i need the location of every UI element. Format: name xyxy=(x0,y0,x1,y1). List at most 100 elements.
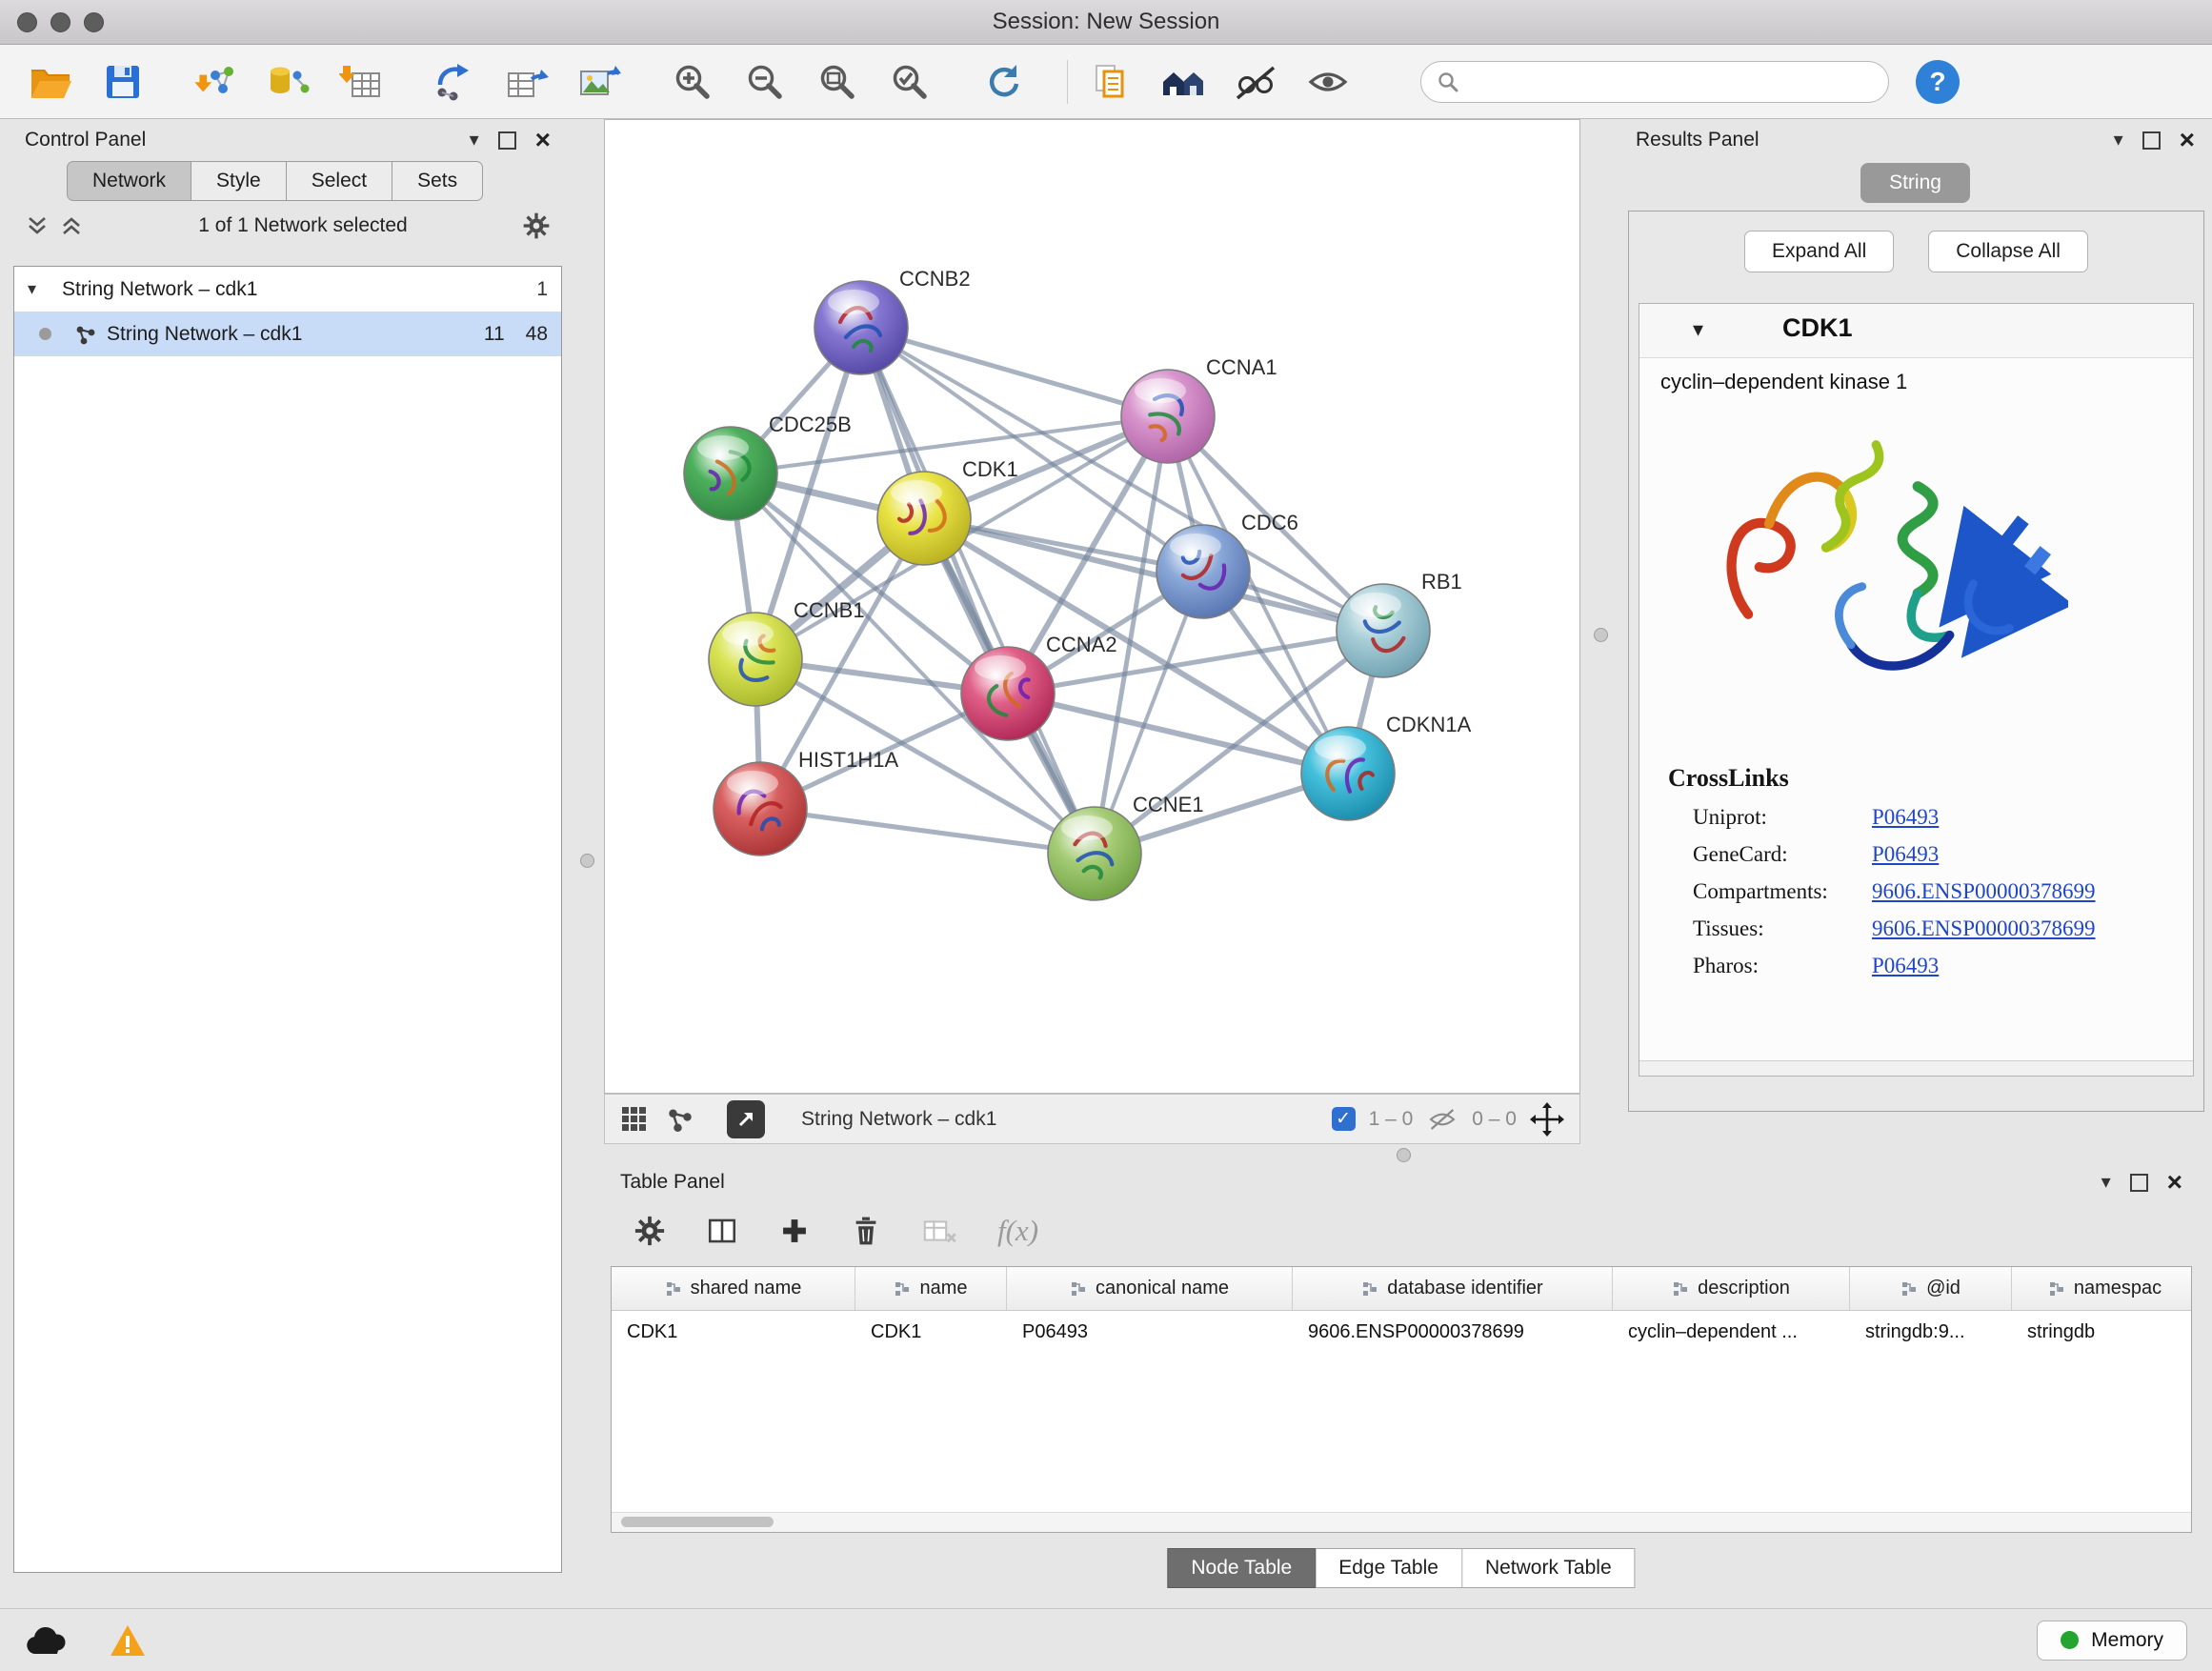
tab-node-table[interactable]: Node Table xyxy=(1167,1548,1316,1588)
node-HIST1H1A[interactable]: HIST1H1A xyxy=(714,748,898,856)
column-header-name[interactable]: name xyxy=(855,1267,1007,1310)
save-session-button[interactable] xyxy=(93,54,152,110)
zoom-fit-icon xyxy=(817,62,857,102)
vertical-splitter-right[interactable] xyxy=(1594,628,1608,642)
column-header-canonical-name[interactable]: canonical name xyxy=(1007,1267,1293,1310)
import-network-from-file-button[interactable] xyxy=(187,54,246,110)
column-header-shared-name[interactable]: shared name xyxy=(612,1267,855,1310)
delete-column-icon[interactable] xyxy=(851,1215,881,1247)
tab-network[interactable]: Network xyxy=(67,161,191,201)
tab-network-table[interactable]: Network Table xyxy=(1462,1548,1636,1588)
maximize-panel-icon[interactable] xyxy=(498,131,516,150)
network-row[interactable]: String Network – cdk1 11 48 xyxy=(14,312,561,356)
vertical-splitter-left[interactable] xyxy=(580,854,594,868)
minimize-window-button[interactable] xyxy=(50,12,70,32)
tab-sets[interactable]: Sets xyxy=(392,161,483,201)
edge-CCNB2-CCNA1[interactable] xyxy=(861,328,1168,416)
network-view-icon[interactable] xyxy=(666,1105,694,1134)
edge-HIST1H1A-CCNE1[interactable] xyxy=(760,809,1095,854)
table-gear-icon[interactable] xyxy=(633,1215,666,1247)
hide-glasses-button[interactable] xyxy=(1226,54,1285,110)
string-home-button[interactable] xyxy=(1154,54,1213,110)
copy-document-button[interactable] xyxy=(1081,54,1140,110)
crosslink-value-link[interactable]: P06493 xyxy=(1872,954,1939,978)
import-network-database-icon xyxy=(267,62,311,102)
collection-expand-icon[interactable]: ▾ xyxy=(28,279,52,299)
crosslink-value-link[interactable]: P06493 xyxy=(1872,842,1939,867)
float-table-icon[interactable]: ▾ xyxy=(2101,1173,2111,1192)
apply-layout-button[interactable] xyxy=(974,54,1033,110)
tab-edge-table[interactable]: Edge Table xyxy=(1316,1548,1462,1588)
table-header-row: shared namenamecanonical namedatabase id… xyxy=(612,1267,2191,1311)
column-header-description[interactable]: description xyxy=(1613,1267,1850,1310)
add-column-icon[interactable] xyxy=(778,1215,811,1247)
network-collection-row[interactable]: ▾ String Network – cdk1 1 xyxy=(14,267,561,312)
results-tab-string[interactable]: String xyxy=(1860,163,1970,203)
zoom-window-button[interactable] xyxy=(84,12,104,32)
close-panel-icon[interactable]: × xyxy=(535,127,551,153)
float-panel-icon[interactable]: ▾ xyxy=(470,131,479,150)
import-table-button[interactable] xyxy=(332,54,391,110)
section-collapse-icon[interactable]: ▾ xyxy=(1693,317,1703,342)
crosslink-value-link[interactable]: 9606.ENSP00000378699 xyxy=(1872,916,2096,941)
cloud-icon[interactable] xyxy=(25,1625,67,1656)
search-input[interactable] xyxy=(1469,70,1873,93)
float-results-icon[interactable]: ▾ xyxy=(2114,131,2123,150)
show-columns-icon[interactable] xyxy=(706,1215,738,1247)
table-hscrollbar[interactable] xyxy=(612,1512,2191,1532)
grid-view-icon[interactable] xyxy=(620,1105,649,1134)
crosslink-value-link[interactable]: P06493 xyxy=(1872,805,1939,830)
edge-CCNB2-CCNE1[interactable] xyxy=(861,328,1095,854)
selected-checkbox[interactable]: ✓ xyxy=(1332,1107,1356,1131)
table-cell: P06493 xyxy=(1007,1321,1293,1343)
column-header-@id[interactable]: @id xyxy=(1850,1267,2012,1310)
maximize-table-icon[interactable] xyxy=(2130,1174,2148,1192)
protein-section-header[interactable]: ▾ CDK1 xyxy=(1639,304,2193,358)
zoom-in-button[interactable] xyxy=(663,54,722,110)
maximize-results-icon[interactable] xyxy=(2142,131,2161,150)
collapse-all-button[interactable]: Collapse All xyxy=(1928,231,2088,272)
pan-crosshair-icon[interactable] xyxy=(1530,1102,1564,1137)
table-toolbar: f(x) xyxy=(607,1203,2196,1258)
zoom-out-button[interactable] xyxy=(735,54,794,110)
help-button[interactable]: ? xyxy=(1916,60,1960,104)
horizontal-splitter[interactable] xyxy=(1397,1148,1411,1162)
tab-style[interactable]: Style xyxy=(191,161,287,201)
export-network-button[interactable] xyxy=(425,54,484,110)
export-table-button[interactable] xyxy=(497,54,556,110)
network-canvas[interactable]: CCNB2CCNA1CDC25BCDK1CDC6RB1CCNB1CCNA2CDK… xyxy=(604,119,1580,1094)
column-header-namespac[interactable]: namespac xyxy=(2012,1267,2192,1310)
crosslink-value-link[interactable]: 9606.ENSP00000378699 xyxy=(1872,879,2096,904)
global-search-box[interactable] xyxy=(1420,61,1889,103)
close-results-icon[interactable]: × xyxy=(2180,127,2195,153)
window-titlebar: Session: New Session xyxy=(0,0,2212,45)
results-scrollbar[interactable] xyxy=(1639,1060,2193,1076)
memory-button[interactable]: Memory xyxy=(2037,1621,2187,1661)
node-CCNA1[interactable]: CCNA1 xyxy=(1121,355,1277,463)
expand-all-icon[interactable] xyxy=(59,213,84,238)
expand-all-button[interactable]: Expand All xyxy=(1744,231,1894,272)
import-network-from-database-button[interactable] xyxy=(259,54,318,110)
gear-icon[interactable] xyxy=(522,211,551,240)
close-window-button[interactable] xyxy=(17,12,37,32)
zoom-fit-button[interactable] xyxy=(808,54,867,110)
table-hscroll-thumb[interactable] xyxy=(621,1517,774,1527)
show-eye-button[interactable] xyxy=(1298,54,1357,110)
node-RB1[interactable]: RB1 xyxy=(1337,570,1462,677)
node-CDK1[interactable]: CDK1 xyxy=(877,457,1018,565)
node-CCNB1[interactable]: CCNB1 xyxy=(709,598,865,706)
export-image-button[interactable] xyxy=(570,54,629,110)
column-header-database-identifier[interactable]: database identifier xyxy=(1293,1267,1613,1310)
zoom-selected-button[interactable] xyxy=(880,54,939,110)
close-table-icon[interactable]: × xyxy=(2167,1169,2182,1196)
tab-select[interactable]: Select xyxy=(287,161,392,201)
open-session-button[interactable] xyxy=(21,54,80,110)
birdseye-view-button[interactable] xyxy=(727,1100,765,1138)
warning-icon[interactable] xyxy=(109,1623,147,1658)
table-row[interactable]: CDK1CDK1P064939606.ENSP00000378699cyclin… xyxy=(612,1311,2191,1353)
node-CCNB2[interactable]: CCNB2 xyxy=(814,267,971,374)
open-folder-icon xyxy=(28,62,73,102)
collapse-all-icon[interactable] xyxy=(25,213,50,238)
function-builder-icon: f(x) xyxy=(997,1214,1038,1248)
node-label-CCNB2: CCNB2 xyxy=(899,267,971,291)
